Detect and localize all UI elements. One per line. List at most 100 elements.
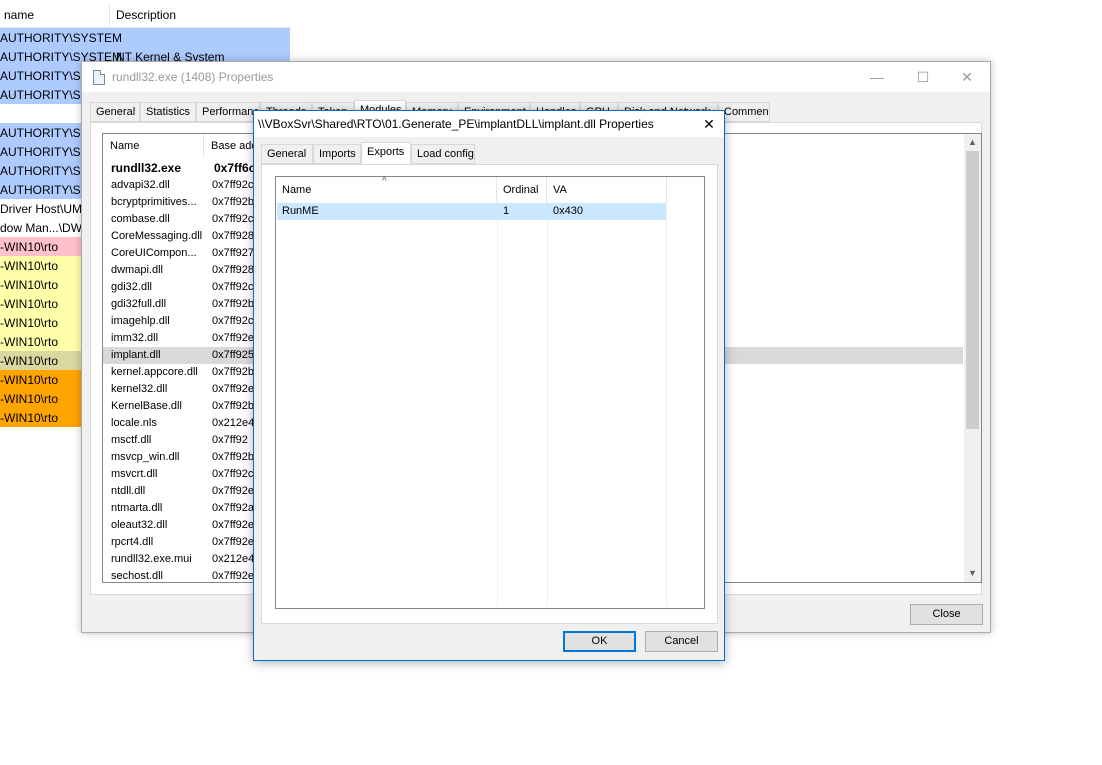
maximize-button[interactable]: ☐ — [900, 62, 946, 92]
module-name: oleaut32.dll — [111, 519, 168, 531]
process-user: -WIN10\rto — [0, 373, 59, 387]
close-window-button[interactable]: ✕ — [944, 62, 990, 92]
process-user: -WIN10\rto — [0, 297, 59, 311]
tab-statistics[interactable]: Statistics — [140, 102, 196, 122]
module-base-address: 0x212e4 — [212, 553, 255, 565]
export-row[interactable]: RunME 1 0x430 — [277, 203, 666, 220]
column-header-user-name[interactable]: name — [4, 8, 34, 22]
dialog-close-button[interactable]: ✕ — [694, 111, 724, 137]
window-title: rundll32.exe (1408) Properties — [112, 70, 274, 84]
title-bar: rundll32.exe (1408) Properties — ☐ ✕ — [82, 62, 990, 92]
process-user: -WIN10\rto — [0, 316, 59, 330]
module-base-address: 0x7ff92e — [212, 536, 255, 548]
column-header-export-name[interactable]: Name ^ — [276, 176, 497, 202]
module-name: kernel32.dll — [111, 383, 168, 395]
column-header-va[interactable]: VA — [547, 177, 667, 202]
module-name: CoreUICompon... — [111, 247, 197, 259]
process-user: -WIN10\rto — [0, 278, 59, 292]
module-base-address: 0x7ff928 — [212, 230, 255, 242]
document-icon — [93, 70, 105, 85]
module-base-address: 0x7ff927 — [212, 247, 255, 259]
export-name: RunME — [282, 205, 319, 217]
module-base-address: 0x7ff6c — [214, 161, 256, 175]
module-name: imm32.dll — [111, 332, 159, 344]
process-user: -WIN10\rto — [0, 392, 59, 406]
module-name: rpcrt4.dll — [111, 536, 154, 548]
module-base-address: 0x7ff92e — [212, 485, 255, 497]
module-name: combase.dll — [111, 213, 170, 225]
module-name: msctf.dll — [111, 434, 152, 446]
dialog-title: \\VBoxSvr\Shared\RTO\01.Generate_PE\impl… — [258, 117, 654, 131]
module-name: sechost.dll — [111, 570, 163, 582]
process-user: -WIN10\rto — [0, 240, 59, 254]
module-base-address: 0x7ff928 — [212, 264, 255, 276]
module-base-address: 0x7ff92e — [212, 570, 255, 582]
exports-list: Name ^ Ordinal VA RunME 1 0x430 — [275, 176, 705, 609]
module-name: ntdll.dll — [111, 485, 146, 497]
tab-general[interactable]: General — [90, 102, 140, 122]
ok-button[interactable]: OK — [563, 631, 636, 652]
scroll-down-icon[interactable]: ▼ — [964, 565, 981, 582]
process-list-header: name Description — [0, 0, 290, 28]
module-base-address: 0x7ff92e — [212, 332, 255, 344]
module-base-address: 0x7ff92b — [212, 400, 255, 412]
module-base-address: 0x7ff92b — [212, 451, 255, 463]
sort-ascending-icon: ^ — [382, 176, 387, 187]
module-base-address: 0x7ff92e — [212, 519, 255, 531]
process-row[interactable]: AUTHORITY\SYSTEM — [0, 28, 290, 47]
module-name: CoreMessaging.dll — [111, 230, 203, 242]
module-name: kernel.appcore.dll — [111, 366, 198, 378]
module-name: gdi32.dll — [111, 281, 152, 293]
dll-properties-dialog: \\VBoxSvr\Shared\RTO\01.Generate_PE\impl… — [253, 110, 725, 661]
module-name: KernelBase.dll — [111, 400, 182, 412]
module-base-address: 0x7ff92c — [212, 468, 254, 480]
cancel-button[interactable]: Cancel — [645, 631, 718, 652]
process-user: -WIN10\rto — [0, 354, 59, 368]
minimize-button[interactable]: — — [854, 62, 900, 92]
dialog-tab-exports[interactable]: Exports — [361, 142, 411, 164]
module-name: bcryptprimitives... — [111, 196, 197, 208]
process-user: -WIN10\rto — [0, 259, 59, 273]
module-base-address: 0x7ff925 — [212, 349, 255, 361]
dialog-tab-imports[interactable]: Imports — [313, 144, 361, 164]
module-name: msvcrt.dll — [111, 468, 158, 480]
scroll-up-icon[interactable]: ▲ — [964, 134, 981, 151]
column-header-ordinal[interactable]: Ordinal — [497, 177, 547, 202]
module-name: msvcp_win.dll — [111, 451, 180, 463]
module-name: gdi32full.dll — [111, 298, 167, 310]
module-base-address: 0x7ff92c — [212, 281, 254, 293]
dialog-tab-general[interactable]: General — [261, 144, 313, 164]
tab-comment[interactable]: Comment — [718, 102, 770, 122]
dialog-tab-load-config[interactable]: Load config — [411, 144, 475, 164]
module-base-address: 0x7ff92b — [212, 196, 255, 208]
module-base-address: 0x7ff92c — [212, 179, 254, 191]
close-button[interactable]: Close — [910, 604, 983, 625]
module-name: locale.nls — [111, 417, 157, 429]
process-user: -WIN10\rto — [0, 411, 59, 425]
module-name: rundll32.exe.mui — [111, 553, 192, 565]
column-header-description[interactable]: Description — [116, 8, 176, 22]
module-base-address: 0x7ff92b — [212, 298, 255, 310]
export-va: 0x430 — [553, 205, 583, 217]
module-name: imagehlp.dll — [111, 315, 170, 327]
module-base-address: 0x212e4 — [212, 417, 255, 429]
module-name: implant.dll — [111, 349, 161, 361]
module-base-address: 0x7ff92b — [212, 366, 255, 378]
module-name: ntmarta.dll — [111, 502, 163, 514]
modules-vertical-scrollbar[interactable]: ▲ ▼ — [964, 134, 981, 582]
dialog-title-bar: \\VBoxSvr\Shared\RTO\01.Generate_PE\impl… — [254, 111, 724, 137]
scroll-thumb[interactable] — [966, 151, 979, 429]
module-base-address: 0x7ff92c — [212, 213, 254, 225]
module-base-address: 0x7ff92c — [212, 315, 254, 327]
module-base-address: 0x7ff92e — [212, 383, 255, 395]
export-ordinal: 1 — [503, 205, 510, 217]
column-header-name[interactable]: Name — [103, 134, 204, 158]
module-base-address: 0x7ff92a — [212, 502, 255, 514]
module-name: rundll32.exe — [111, 161, 182, 175]
module-name: dwmapi.dll — [111, 264, 163, 276]
process-user: AUTHORITY\SYSTEM — [0, 31, 123, 45]
tab-performance[interactable]: Performance — [196, 102, 260, 122]
process-user: -WIN10\rto — [0, 335, 59, 349]
module-name: advapi32.dll — [111, 179, 170, 191]
module-base-address: 0x7ff92 — [212, 434, 248, 446]
